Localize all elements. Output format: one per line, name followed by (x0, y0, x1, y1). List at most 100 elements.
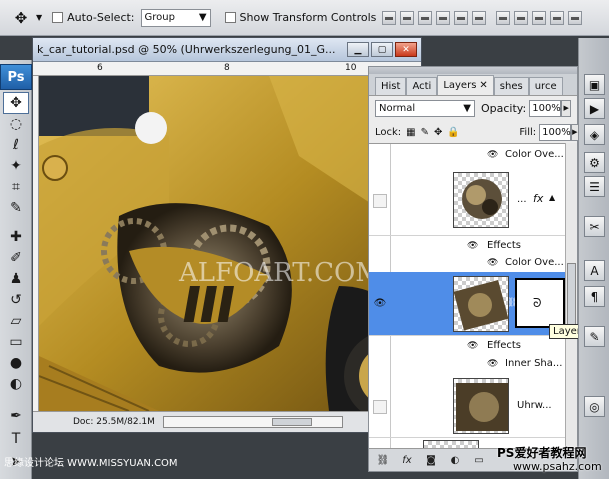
crop-tool-icon[interactable]: ⌗ (3, 176, 29, 198)
character-icon[interactable]: A (584, 260, 605, 281)
chevron-down-icon[interactable]: ▼ (36, 13, 42, 22)
eye-icon[interactable]: 👁 (487, 150, 498, 160)
dodge-icon[interactable]: ◐ (3, 373, 29, 395)
move-tool-icon[interactable]: ✥ (3, 92, 29, 114)
align-left-icon[interactable] (436, 10, 451, 25)
visibility-toggle[interactable] (373, 194, 387, 208)
align-buttons (382, 10, 487, 25)
align-bottom-icon[interactable] (418, 10, 433, 25)
visibility-toggle[interactable] (373, 400, 387, 414)
auto-select-dropdown[interactable]: Group ▼ (140, 8, 211, 27)
layer-mask-thumbnail[interactable]: ᘐ (515, 278, 565, 328)
scroll-thumb[interactable] (272, 418, 312, 426)
adjustment-layer-icon[interactable]: ◐ (447, 453, 463, 467)
healing-brush-icon[interactable]: ✚ (3, 226, 29, 248)
tools-icon[interactable]: ✂ (584, 216, 605, 237)
distribute-left-icon[interactable] (550, 10, 565, 25)
panel-grip[interactable] (369, 67, 577, 74)
move-tool-icon[interactable]: ✥ (6, 7, 36, 29)
layers-panel: Hist Acti Layers ✕ shes urce Normal ▼ Op… (368, 66, 579, 472)
layer-row[interactable]: Uhrw... (369, 374, 565, 438)
horizontal-ruler: 6 8 10 (33, 62, 421, 76)
eyedropper-icon[interactable]: ✎ (3, 197, 29, 219)
history-brush-icon[interactable]: ↺ (3, 289, 29, 311)
tab-layers[interactable]: Layers ✕ (437, 75, 494, 95)
effect-row[interactable]: 👁 Inner Sha... (369, 355, 565, 372)
layer-thumbnail (453, 276, 509, 332)
auto-select-checkbox[interactable] (52, 12, 64, 23)
tab-source[interactable]: urce (528, 77, 563, 95)
distribute-hcenter-icon[interactable] (568, 10, 583, 25)
show-transform-checkbox[interactable] (224, 12, 236, 23)
layers-stack-icon[interactable]: ◈ (584, 124, 605, 145)
lock-transparent-icon[interactable]: ▦ (406, 126, 415, 138)
distribute-bottom-icon[interactable] (532, 10, 547, 25)
effect-row[interactable]: 👁 Color Ove... (369, 146, 565, 163)
paragraph-icon[interactable]: ¶ (584, 286, 605, 307)
gradient-icon[interactable]: ▭ (3, 331, 29, 353)
eye-icon[interactable]: 👁 (487, 359, 498, 369)
document-canvas[interactable]: ALFOART.COM (39, 76, 421, 411)
distribute-top-icon[interactable] (496, 10, 511, 25)
lock-position-icon[interactable]: ✥ (434, 126, 442, 138)
blur-icon[interactable]: ● (3, 352, 29, 374)
status-bar: Doc: 25.5M/82.1M (33, 411, 421, 432)
align-top-icon[interactable] (382, 10, 397, 25)
add-mask-icon[interactable]: ◙ (423, 453, 439, 467)
play-icon[interactable]: ▶ (584, 98, 605, 119)
align-vcenter-icon[interactable] (400, 10, 415, 25)
adjustments-icon[interactable]: ⚙ (584, 152, 605, 173)
fx-icon[interactable]: fx (399, 453, 415, 467)
layers-scrollbar[interactable] (565, 143, 577, 448)
magic-wand-icon[interactable]: ✦ (3, 155, 29, 177)
clone-source-icon[interactable]: ◎ (584, 396, 605, 417)
type-tool-icon[interactable]: T (3, 428, 29, 450)
effects-label: Effects (487, 240, 521, 251)
fill-field[interactable]: 100% (539, 123, 572, 141)
opacity-field[interactable]: 100% (529, 99, 562, 117)
eraser-icon[interactable]: ▱ (3, 310, 29, 332)
tab-actions[interactable]: Acti (406, 77, 438, 95)
navigator-icon[interactable]: ▣ (584, 74, 605, 95)
maximize-icon[interactable]: ▢ (371, 42, 393, 57)
chevron-down-icon[interactable]: ▲ (549, 193, 555, 202)
lock-all-icon[interactable]: 🔒 (447, 126, 459, 138)
align-right-icon[interactable] (472, 10, 487, 25)
brushes-icon[interactable]: ✎ (584, 326, 605, 347)
layer-row[interactable]: ... fx ▲ (369, 166, 565, 236)
layers-list[interactable]: 👁 Color Ove... ... fx ▲ 👁 Effects 👁 Colo… (369, 143, 565, 448)
opacity-slider-icon[interactable]: ▶ (561, 99, 572, 117)
lock-pixels-icon[interactable]: ✎ (421, 126, 429, 138)
layer-thumbnail (453, 172, 509, 228)
new-group-icon[interactable]: ▭ (471, 453, 487, 467)
eye-icon[interactable]: 👁 (487, 258, 498, 268)
pen-icon[interactable]: ✒ (3, 405, 29, 427)
brush-icon[interactable]: ✐ (3, 247, 29, 269)
styles-icon[interactable]: ☰ (584, 176, 605, 197)
tab-history[interactable]: Hist (375, 77, 407, 95)
eye-icon[interactable]: 👁 (373, 296, 387, 310)
align-hcenter-icon[interactable] (454, 10, 469, 25)
fx-icon[interactable]: fx (533, 192, 543, 205)
scroll-thumb[interactable] (567, 263, 576, 333)
clone-stamp-icon[interactable]: ♟ (3, 268, 29, 290)
ruler-mark: 8 (224, 63, 230, 73)
eye-icon[interactable]: 👁 (467, 341, 478, 351)
blend-mode-select[interactable]: Normal ▼ (375, 99, 475, 117)
effects-row[interactable]: 👁 Effects (369, 237, 565, 254)
lock-label: Lock: (375, 126, 402, 138)
eye-icon[interactable]: 👁 (467, 241, 478, 251)
tab-brushes[interactable]: shes (493, 77, 529, 95)
effects-label: Effects (487, 340, 521, 351)
marquee-tool-icon[interactable]: ◌ (3, 113, 29, 135)
close-icon[interactable]: ✕ (395, 42, 417, 57)
lasso-tool-icon[interactable]: ℓ (3, 134, 29, 156)
minimize-icon[interactable]: ▁ (347, 42, 369, 57)
effects-row[interactable]: 👁 Effects (369, 337, 565, 354)
layer-row-selected[interactable]: 👁 ⛓ ᘐ (369, 272, 565, 336)
close-icon[interactable]: ✕ (479, 80, 487, 91)
link-layers-icon[interactable]: ⛓ (375, 453, 391, 467)
distribute-vcenter-icon[interactable] (514, 10, 529, 25)
horizontal-scrollbar[interactable] (163, 416, 343, 428)
effect-row[interactable]: 👁 Color Ove... (369, 254, 565, 271)
